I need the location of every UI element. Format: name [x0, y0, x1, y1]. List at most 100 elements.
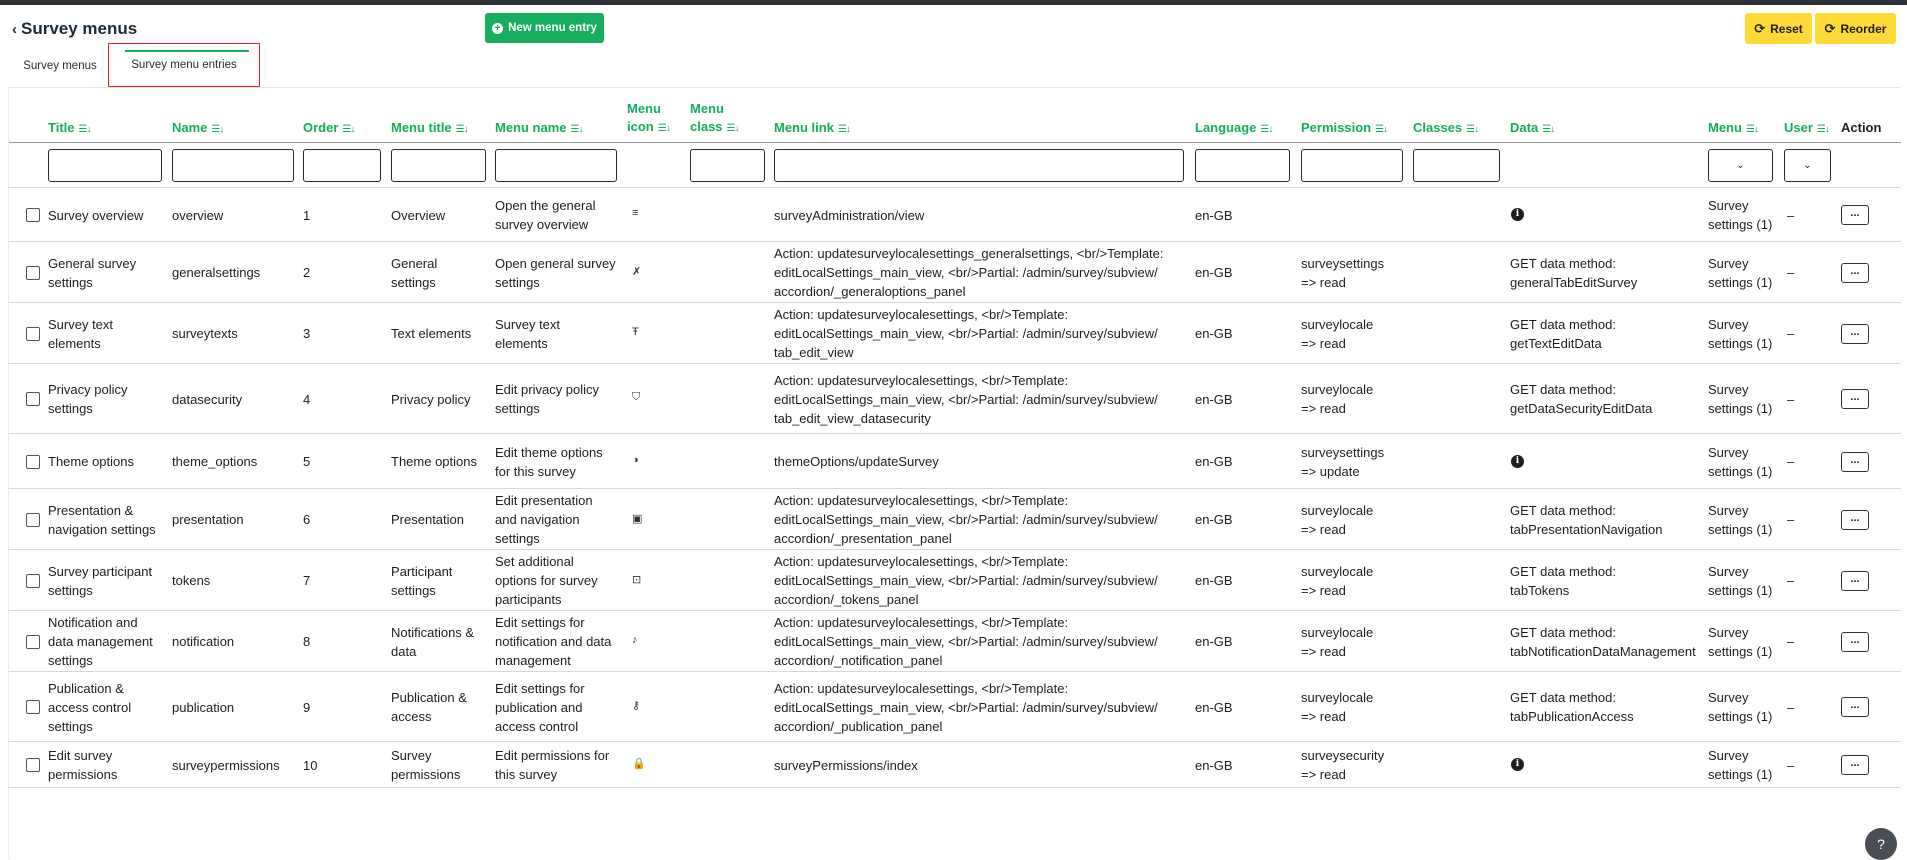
menu-link-cell-line: Action: updatesurveylocalesettings, <br/… [774, 615, 1069, 630]
sort-icon[interactable]: ☰↓ [79, 124, 92, 135]
lock-icon: 🔒 [632, 758, 646, 770]
filter-menu-class-input[interactable] [690, 149, 765, 182]
menu-cell-line: settings (1) [1708, 582, 1773, 598]
col-permission[interactable]: Permission ☰↓ [1301, 119, 1388, 139]
sort-icon[interactable]: ☰↓ [571, 124, 584, 135]
menu-title-cell: Presentation [391, 489, 491, 550]
menu-name-cell-line: and navigation [495, 512, 580, 527]
reset-button[interactable]: ⟳ Reset [1745, 13, 1812, 44]
col-name[interactable]: Name ☰↓ [172, 119, 224, 139]
name-cell-text: generalsettings [172, 265, 261, 280]
col-classes[interactable]: Classes ☰↓ [1413, 119, 1479, 139]
filter-title-input[interactable] [48, 149, 162, 182]
info-icon[interactable]: i [1511, 208, 1524, 221]
data-cell: GET data method: tabNotificationDataManag… [1510, 611, 1705, 672]
row-checkbox[interactable] [26, 758, 40, 772]
row-action-button[interactable]: ... [1841, 509, 1869, 530]
sort-icon[interactable]: ☰↓ [1542, 124, 1555, 135]
sort-icon[interactable]: ☰↓ [658, 123, 671, 134]
menu-cell-line: settings (1) [1708, 643, 1773, 659]
filter-order-input[interactable] [303, 149, 381, 182]
order-cell: 9 [303, 672, 383, 742]
sort-icon[interactable]: ☰↓ [1817, 124, 1830, 135]
help-chat-icon[interactable]: ? [1865, 828, 1897, 860]
table-row: Notification and data management settings n… [9, 611, 1901, 672]
row-checkbox[interactable] [26, 634, 40, 649]
row-checkbox[interactable] [26, 512, 40, 527]
sort-icon[interactable]: ☰↓ [727, 123, 740, 134]
title-cell-line: Survey participant [48, 563, 153, 579]
row-checkbox[interactable] [26, 454, 40, 469]
menu-cell: Survey settings (1) [1708, 672, 1778, 742]
data-cell-line: tabNotificationDataManagement [1510, 643, 1696, 659]
menu-link-cell-line: accordion/_tokens_panel [774, 592, 919, 607]
row-action-button[interactable]: ... [1841, 389, 1869, 409]
row-checkbox[interactable] [26, 326, 40, 341]
row-action-button[interactable]: ... [1841, 631, 1869, 652]
filter-user-select[interactable]: ⌄ [1784, 149, 1831, 182]
info-icon[interactable]: i [1511, 454, 1524, 468]
row-action-button[interactable]: ... [1841, 205, 1869, 225]
sort-icon[interactable]: ☰↓ [1375, 124, 1388, 135]
row-checkbox[interactable] [26, 573, 40, 588]
menu-cell: Survey settings (1) [1708, 611, 1778, 672]
sort-icon[interactable]: ☰↓ [342, 124, 355, 135]
row-checkbox[interactable] [26, 700, 40, 714]
col-language[interactable]: Language ☰↓ [1195, 119, 1273, 139]
sort-icon[interactable]: ☰↓ [211, 124, 224, 135]
filter-permission-input[interactable] [1301, 149, 1403, 182]
row-action-button[interactable]: ... [1841, 323, 1869, 344]
filter-classes-input[interactable] [1413, 149, 1500, 182]
menu-title-cell-line: access [391, 709, 432, 724]
col-order[interactable]: Order ☰↓ [303, 119, 355, 139]
tab-survey-menu-entries[interactable]: Survey menu entries [108, 43, 260, 87]
sort-icon[interactable]: ☰↓ [1466, 124, 1479, 135]
order-cell: 1 [303, 188, 383, 242]
col-title[interactable]: Title ☰↓ [48, 119, 92, 139]
row-action-button[interactable]: ... [1841, 262, 1869, 283]
row-action-button[interactable]: ... [1841, 451, 1869, 472]
filter-menu-link-input[interactable] [774, 149, 1184, 182]
sort-icon[interactable]: ☰↓ [1260, 124, 1273, 135]
chevron-left-icon[interactable]: ‹ [12, 21, 17, 38]
menu-cell-line: Survey [1708, 444, 1749, 460]
sort-icon[interactable]: ☰↓ [838, 124, 851, 135]
refresh-icon: ⟳ [1824, 20, 1836, 36]
col-menu[interactable]: Menu ☰↓ [1708, 119, 1759, 139]
filter-menu-select[interactable]: ⌄ [1708, 149, 1773, 182]
tab-survey-menus[interactable]: Survey menus [8, 44, 112, 88]
sort-icon[interactable]: ☰↓ [1746, 124, 1759, 135]
col-user[interactable]: User ☰↓ [1784, 119, 1830, 139]
menu-cell-line: settings (1) [1708, 335, 1773, 351]
info-icon[interactable]: i [1511, 758, 1524, 771]
col-menu-class[interactable]: Menu class ☰↓ [690, 100, 740, 138]
sort-icon[interactable]: ☰↓ [456, 124, 469, 135]
row-action-button[interactable]: ... [1841, 697, 1869, 717]
col-data[interactable]: Data ☰↓ [1510, 119, 1555, 139]
menu-name-cell: Survey text elements [495, 303, 623, 364]
permission-cell-line: => read [1301, 643, 1346, 659]
row-checkbox[interactable] [26, 208, 40, 222]
page-title[interactable]: ‹ Survey menus [12, 19, 137, 39]
col-menu-name[interactable]: Menu name ☰↓ [495, 119, 584, 139]
filter-language-input[interactable] [1195, 149, 1290, 182]
new-menu-entry-button[interactable]: + New menu entry [485, 13, 604, 43]
row-action-button[interactable]: ... [1841, 570, 1869, 591]
menu-link-cell-line: surveyAdministration/view [774, 207, 925, 223]
filter-menu-title-input[interactable] [391, 149, 486, 182]
filter-menu-name-input[interactable] [495, 149, 617, 182]
row-checkbox[interactable] [26, 265, 40, 280]
col-menu-title[interactable]: Menu title ☰↓ [391, 119, 469, 139]
title-cell-line: Publication & [48, 680, 124, 696]
reorder-button[interactable]: ⟳ Reorder [1815, 13, 1896, 44]
col-menu-link[interactable]: Menu link ☰↓ [774, 119, 851, 139]
filter-name-input[interactable] [172, 149, 294, 182]
col-menu-icon[interactable]: Menu icon ☰↓ [627, 100, 671, 138]
menu-title-cell: Publication & access [391, 672, 491, 742]
row-checkbox[interactable] [26, 392, 40, 406]
chevron-down-icon: ⌄ [1736, 160, 1745, 171]
menu-name-cell-line: settings [495, 531, 540, 546]
row-action-button[interactable]: ... [1841, 755, 1869, 775]
col-action: Action [1841, 120, 1882, 135]
menu-cell: Survey settings (1) [1708, 242, 1778, 303]
